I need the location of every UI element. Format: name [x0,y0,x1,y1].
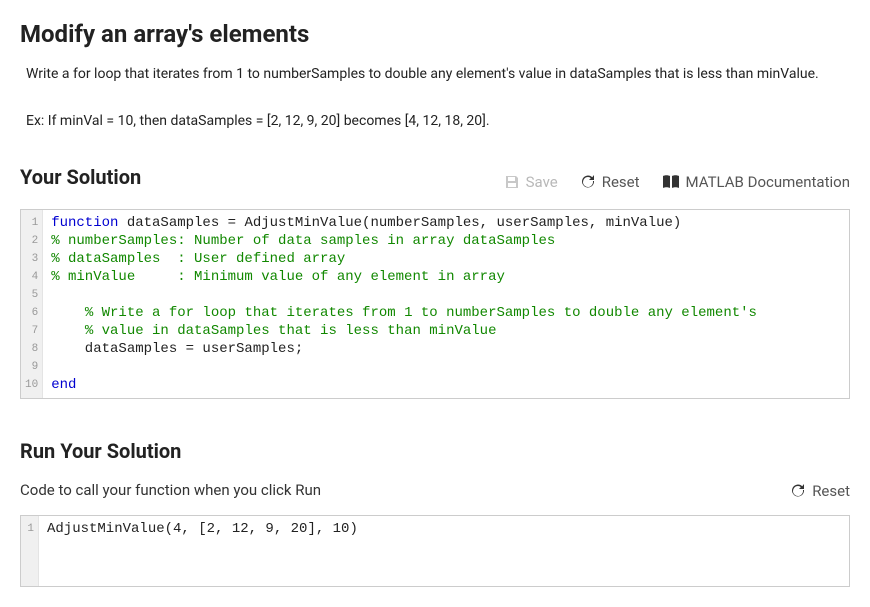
call-code[interactable]: AdjustMinValue(4, [2, 12, 9, 20], 10) [39,516,849,586]
solution-gutter: 12345678910 [21,210,43,398]
code-line: function dataSamples = AdjustMinValue(nu… [51,214,841,232]
run-reset-label: Reset [812,482,850,500]
code-line: % minValue : Minimum value of any elemen… [51,268,841,286]
run-subtitle: Code to call your function when you clic… [20,481,321,499]
problem-statement: Write a for loop that iterates from 1 to… [26,64,850,85]
docs-label: MATLAB Documentation [686,173,850,191]
code-line: % dataSamples : User defined array [51,250,841,268]
save-label: Save [526,173,558,191]
code-line: AdjustMinValue(4, [2, 12, 9, 20], 10) [47,520,841,538]
solution-heading: Your Solution [20,165,141,189]
example-text: Ex: If minVal = 10, then dataSamples = [… [26,113,850,129]
call-editor[interactable]: 1 AdjustMinValue(4, [2, 12, 9, 20], 10) [20,515,850,587]
docs-link[interactable]: MATLAB Documentation [662,173,850,191]
code-line [51,358,841,376]
call-gutter: 1 [21,516,39,586]
reset-icon [580,174,596,190]
reset-button[interactable]: Reset [580,173,640,191]
solution-toolbar: Save Reset MATLAB Documentation [504,173,850,191]
code-line: % Write a for loop that iterates from 1 … [51,304,841,322]
run-heading: Run Your Solution [20,439,850,463]
reset-label: Reset [602,173,640,191]
solution-code[interactable]: function dataSamples = AdjustMinValue(nu… [43,210,849,398]
run-reset-button[interactable]: Reset [790,482,850,500]
page-title: Modify an array's elements [20,20,850,48]
save-icon [504,174,520,190]
code-line: % numberSamples: Number of data samples … [51,232,841,250]
solution-editor[interactable]: 12345678910 function dataSamples = Adjus… [20,209,850,399]
code-line: end [51,376,841,394]
reset-icon [790,483,806,499]
code-line: % value in dataSamples that is less than… [51,322,841,340]
code-line: dataSamples = userSamples; [51,340,841,358]
book-icon [662,174,680,190]
save-button[interactable]: Save [504,173,558,191]
code-line [51,286,841,304]
